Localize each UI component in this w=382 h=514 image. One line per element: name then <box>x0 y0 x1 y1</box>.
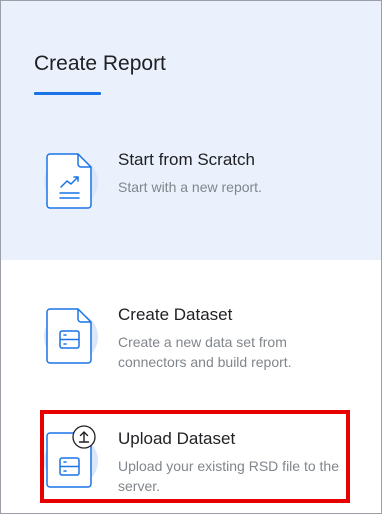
start-from-scratch-option[interactable]: Start from Scratch Start with a new repo… <box>29 144 349 234</box>
dataset-icon <box>44 308 98 364</box>
title-underline <box>34 92 101 95</box>
page-title: Create Report <box>34 52 166 75</box>
highlight-box <box>40 410 350 503</box>
create-report-panel: Create Report Start from Scratch Start w… <box>0 0 382 514</box>
create-dataset-option[interactable]: Create Dataset Create a new data set fro… <box>29 299 349 389</box>
report-chart-icon <box>44 153 98 209</box>
option-title: Create Dataset <box>118 305 233 324</box>
option-description: Create a new data set from connectors an… <box>118 334 292 370</box>
option-title: Start from Scratch <box>118 150 255 169</box>
option-description: Start with a new report. <box>118 179 262 195</box>
